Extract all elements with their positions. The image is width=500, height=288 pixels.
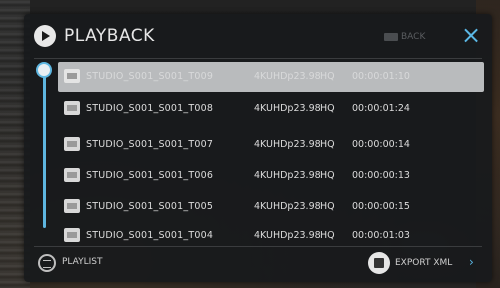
clip-icon — [64, 168, 80, 182]
clip-duration: 00:00:01:03 — [352, 230, 410, 241]
header-divider — [34, 58, 482, 59]
clip-format: 4KUHDp23.98 — [254, 103, 321, 114]
clip-duration: 00:00:01:24 — [352, 103, 410, 114]
clip-row-selected[interactable]: STUDIO_S001_S001_T009 4KUHDp23.98 HQ 00:… — [58, 62, 484, 92]
page-title: PLAYBACK — [64, 26, 155, 46]
clip-icon — [64, 101, 80, 115]
clip-codec: HQ — [320, 201, 335, 212]
clip-codec: HQ — [320, 103, 335, 114]
panel-header: PLAYBACK BACK × — [24, 14, 492, 60]
clip-row[interactable]: STUDIO_S001_S001_T007 4KUHDp23.98 HQ 00:… — [58, 130, 484, 160]
close-icon[interactable]: × — [458, 22, 484, 48]
clip-codec: HQ — [320, 170, 335, 181]
back-button[interactable]: BACK — [384, 30, 434, 44]
clip-row[interactable]: STUDIO_S001_S001_T006 4KUHDp23.98 HQ 00:… — [58, 161, 484, 191]
export-icon — [368, 252, 390, 274]
clip-duration: 00:00:00:13 — [352, 170, 410, 181]
clip-name: STUDIO_S001_S001_T004 — [86, 230, 214, 241]
clip-icon — [64, 137, 80, 151]
chevron-right-icon: › — [469, 255, 474, 269]
clip-codec: HQ — [320, 139, 335, 150]
clip-format: 4KUHDp23.98 — [254, 230, 321, 241]
clip-list: STUDIO_S001_S001_T009 4KUHDp23.98 HQ 00:… — [58, 60, 484, 242]
back-label: BACK — [401, 32, 426, 42]
export-label: EXPORT XML — [395, 258, 453, 268]
clip-duration: 00:00:00:15 — [352, 201, 410, 212]
clip-name: STUDIO_S001_S001_T005 — [86, 201, 214, 212]
scrollbar-thumb[interactable] — [36, 62, 52, 78]
playlist-icon — [38, 254, 56, 272]
export-xml-button[interactable]: EXPORT XML › — [368, 252, 488, 276]
clip-icon — [64, 199, 80, 213]
list-scrollbar[interactable] — [43, 70, 46, 228]
playlist-label: PLAYLIST — [62, 257, 103, 267]
clip-row[interactable]: STUDIO_S001_S001_T005 4KUHDp23.98 HQ 00:… — [58, 192, 484, 222]
back-icon — [384, 32, 398, 41]
clip-codec: HQ — [320, 71, 335, 82]
clip-format: 4KUHDp23.98 — [254, 201, 321, 212]
clip-duration: 00:00:01:10 — [352, 71, 410, 82]
footer-divider — [34, 246, 482, 247]
clip-format: 4KUHDp23.98 — [254, 71, 321, 82]
playback-panel: PLAYBACK BACK × STUDIO_S001_S001_T009 4K… — [24, 14, 492, 282]
clip-row[interactable]: STUDIO_S001_S001_T008 4KUHDp23.98 HQ 00:… — [58, 94, 484, 124]
clip-duration: 00:00:00:14 — [352, 139, 410, 150]
play-icon[interactable] — [34, 25, 56, 47]
clip-codec: HQ — [320, 230, 335, 241]
clip-format: 4KUHDp23.98 — [254, 139, 321, 150]
clip-format: 4KUHDp23.98 — [254, 170, 321, 181]
camera-screen: PLAYBACK BACK × STUDIO_S001_S001_T009 4K… — [0, 0, 500, 288]
clip-name: STUDIO_S001_S001_T009 — [86, 71, 214, 82]
clip-name: STUDIO_S001_S001_T007 — [86, 139, 214, 150]
clip-icon — [64, 69, 80, 83]
clip-icon — [64, 228, 80, 242]
clip-name: STUDIO_S001_S001_T008 — [86, 103, 214, 114]
clip-name: STUDIO_S001_S001_T006 — [86, 170, 214, 181]
